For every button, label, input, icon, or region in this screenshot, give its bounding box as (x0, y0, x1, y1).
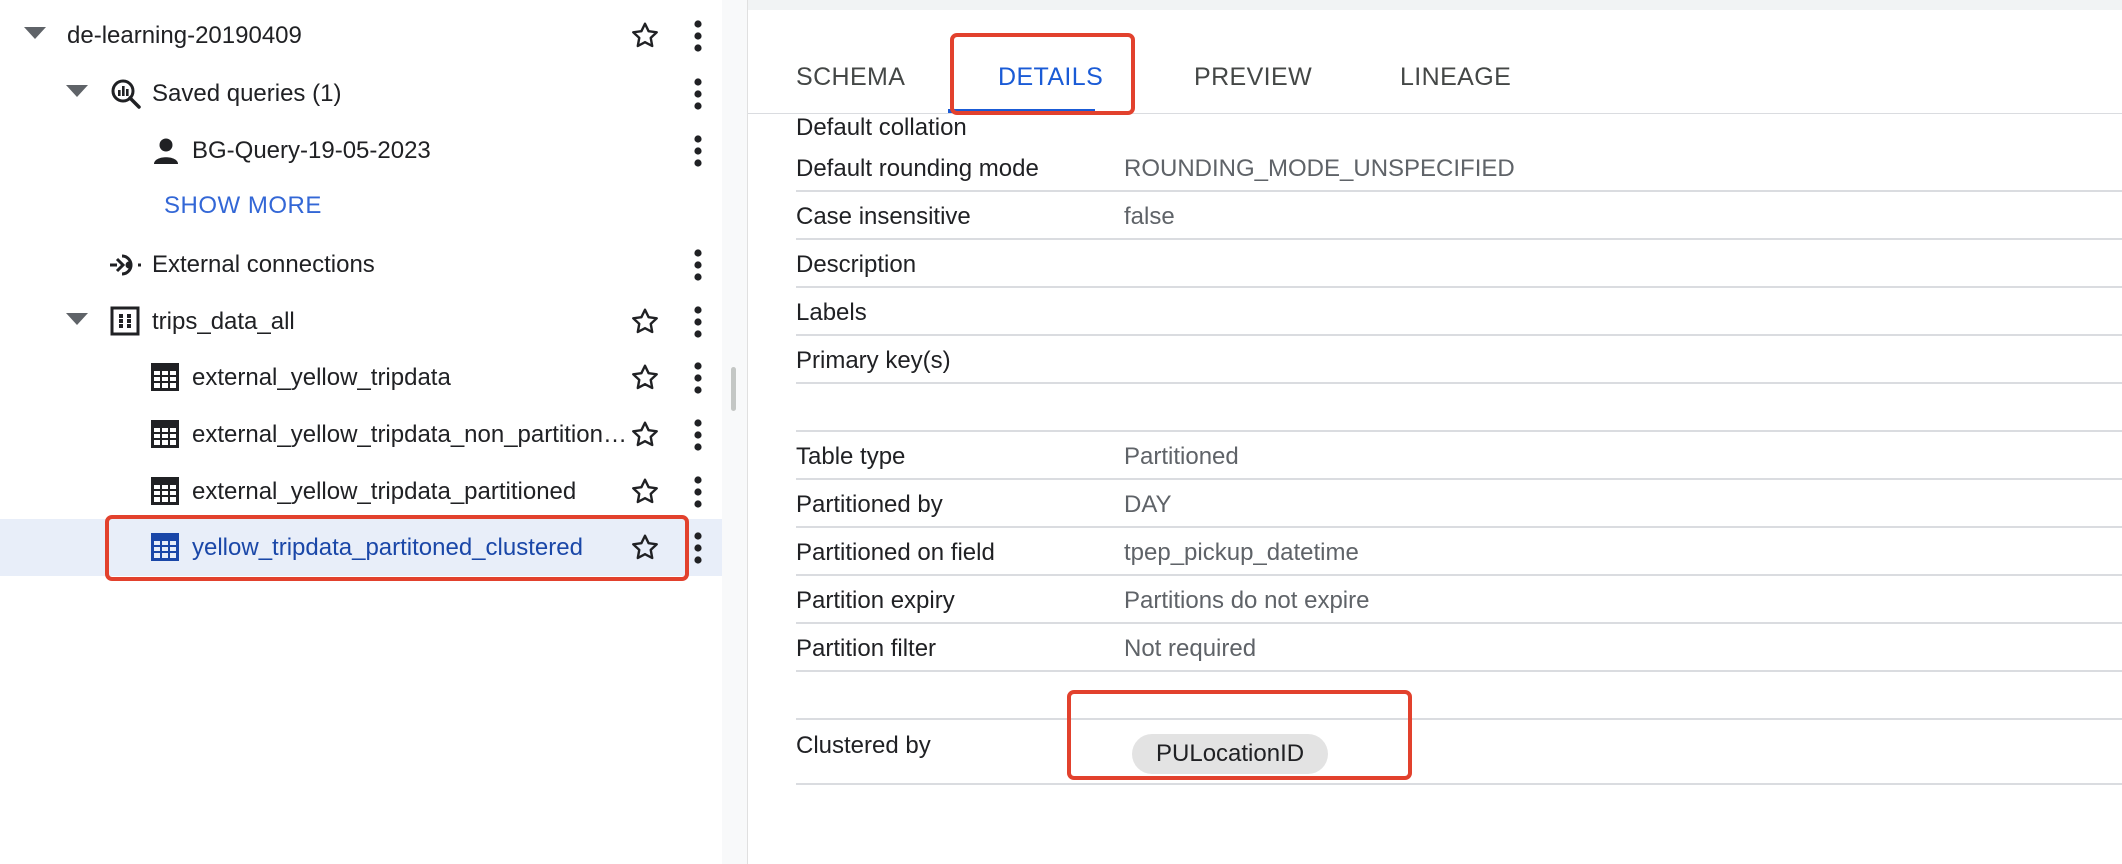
tab-lineage[interactable]: LINEAGE (1400, 52, 1511, 102)
detail-spacer-row (796, 673, 2122, 720)
detail-row-clustered-by: Clustered by (796, 721, 2122, 785)
caret-down-icon[interactable] (14, 7, 54, 64)
detail-row-partition-filter: Partition filter Not required (796, 625, 2122, 672)
star-icon[interactable] (629, 20, 661, 52)
table-label: external_yellow_tripdata (192, 364, 451, 391)
dataset-icon (110, 306, 142, 338)
detail-key: Table type (796, 443, 906, 470)
detail-row-case-insensitive: Case insensitive false (796, 193, 2122, 240)
detail-value: DAY (1124, 491, 1172, 518)
detail-row-description: Description (796, 241, 2122, 288)
top-strip (748, 0, 2122, 10)
tab-details[interactable]: DETAILS (998, 52, 1103, 102)
tree-row-dataset[interactable]: trips_data_all (0, 293, 722, 350)
caret-down-icon[interactable] (56, 293, 96, 350)
detail-key: Primary key(s) (796, 347, 951, 374)
saved-query-label: BG-Query-19-05-2023 (192, 137, 431, 164)
more-vert-icon[interactable] (684, 360, 712, 396)
detail-value: Partitions do not expire (1124, 587, 1370, 614)
clustering-field-chip: PULocationID (1132, 734, 1329, 774)
more-vert-icon[interactable] (684, 474, 712, 510)
detail-row-rounding-mode: Default rounding mode ROUNDING_MODE_UNSP… (796, 145, 2122, 192)
project-label: de-learning-20190409 (67, 22, 302, 49)
dataset-label: trips_data_all (152, 308, 295, 335)
detail-key: Labels (796, 299, 867, 326)
more-vert-icon[interactable] (684, 18, 712, 54)
table-icon (150, 362, 182, 394)
details-panel: SCHEMA DETAILS PREVIEW LINEAGE Default c… (748, 0, 2122, 864)
more-vert-icon[interactable] (684, 530, 712, 566)
caret-down-icon[interactable] (56, 65, 96, 122)
table-label: yellow_tripdata_partitoned_clustered (192, 534, 583, 561)
detail-key: Description (796, 251, 917, 278)
star-icon[interactable] (629, 532, 661, 564)
detail-key: Default rounding mode (796, 155, 1039, 182)
detail-key: Partition expiry (796, 587, 955, 614)
table-label: external_yellow_tripdata_non_partition… (192, 421, 627, 448)
detail-row-partitioned-by: Partitioned by DAY (796, 481, 2122, 528)
star-icon[interactable] (629, 362, 661, 394)
resize-handle[interactable] (731, 367, 736, 411)
detail-spacer-row (796, 385, 2122, 432)
saved-queries-label: Saved queries (1) (152, 80, 342, 107)
tree-row-table[interactable]: external_yellow_tripdata_non_partition… (0, 406, 722, 463)
tree-row-table-selected[interactable]: yellow_tripdata_partitoned_clustered (0, 519, 722, 576)
detail-key: Partition filter (796, 635, 937, 662)
detail-value: ROUNDING_MODE_UNSPECIFIED (1124, 155, 1515, 182)
tree-row-table[interactable]: external_yellow_tripdata (0, 349, 722, 406)
detail-row-partition-expiry: Partition expiry Partitions do not expir… (796, 577, 2122, 624)
tab-schema[interactable]: SCHEMA (796, 52, 905, 102)
query-search-icon (110, 78, 142, 110)
table-icon (150, 476, 182, 508)
tree-row-project[interactable]: de-learning-20190409 (0, 7, 722, 64)
detail-row-primary-keys: Primary key(s) (796, 337, 2122, 384)
detail-value: Partitioned (1124, 443, 1239, 470)
detail-value: false (1124, 203, 1175, 230)
more-vert-icon[interactable] (684, 417, 712, 453)
star-icon[interactable] (629, 306, 661, 338)
more-vert-icon[interactable] (684, 76, 712, 112)
explorer-panel: de-learning-20190409 Saved queries (1) B… (0, 0, 722, 864)
show-more-link[interactable]: SHOW MORE (164, 182, 322, 230)
star-icon[interactable] (629, 419, 661, 451)
more-vert-icon[interactable] (684, 247, 712, 283)
table-label: external_yellow_tripdata_partitioned (192, 478, 577, 505)
tree-row-saved-query[interactable]: BG-Query-19-05-2023 (0, 122, 722, 179)
tree-row-saved-queries[interactable]: Saved queries (1) (0, 65, 722, 122)
detail-key: Clustered by (796, 732, 931, 759)
detail-value: tpep_pickup_datetime (1124, 539, 1359, 566)
detail-key: Case insensitive (796, 203, 971, 230)
detail-key: Partitioned on field (796, 539, 995, 566)
tree-row-table[interactable]: external_yellow_tripdata_partitioned (0, 463, 722, 520)
detail-key: Default collation (796, 114, 967, 140)
more-vert-icon[interactable] (684, 304, 712, 340)
detail-row-labels: Labels (796, 289, 2122, 336)
panel-splitter[interactable] (722, 0, 748, 864)
detail-row-default-collation: Default collation (796, 114, 2122, 140)
table-icon (150, 419, 182, 451)
table-icon (150, 532, 182, 564)
more-vert-icon[interactable] (684, 133, 712, 169)
external-connections-label: External connections (152, 251, 375, 278)
tab-preview[interactable]: PREVIEW (1194, 52, 1312, 102)
person-icon (150, 135, 182, 167)
detail-row-partitioned-on-field: Partitioned on field tpep_pickup_datetim… (796, 529, 2122, 576)
detail-value: Not required (1124, 635, 1257, 662)
detail-row-table-type: Table type Partitioned (796, 433, 2122, 480)
connection-icon (108, 249, 141, 281)
detail-key: Partitioned by (796, 491, 943, 518)
star-icon[interactable] (629, 476, 661, 508)
tree-row-external-connections[interactable]: External connections (0, 236, 722, 293)
